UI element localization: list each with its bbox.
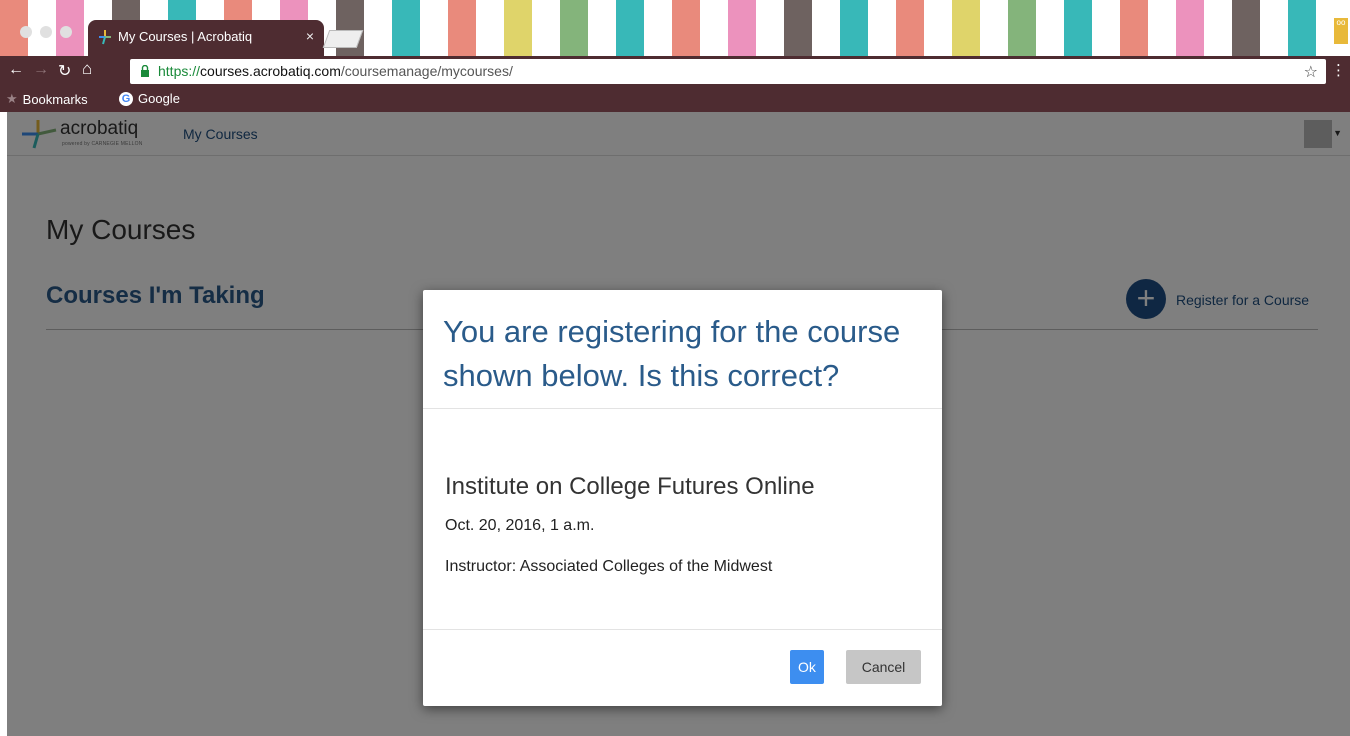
cancel-button[interactable]: Cancel xyxy=(846,650,921,684)
dialog-divider-top xyxy=(423,408,942,409)
acrobatiq-favicon-icon xyxy=(99,30,111,45)
register-confirm-dialog: You are registering for the course shown… xyxy=(423,290,942,706)
tab-title: My Courses | Acrobatiq xyxy=(118,29,253,44)
star-icon: ★ xyxy=(6,91,18,106)
url-host: courses.acrobatiq.com xyxy=(200,63,341,79)
google-icon: G xyxy=(119,91,133,106)
home-icon[interactable]: ⌂ xyxy=(82,59,92,79)
reload-icon[interactable]: ↻ xyxy=(58,61,71,81)
incognito-icon[interactable]: oo xyxy=(1334,18,1348,44)
page-left-edge xyxy=(0,112,7,736)
bookmarks-folder[interactable]: ★ Bookmarks xyxy=(6,91,88,107)
course-instructor: Instructor: Associated Colleges of the M… xyxy=(445,558,773,575)
ok-button[interactable]: Ok xyxy=(790,650,824,684)
window-minimize-dot[interactable] xyxy=(40,26,52,38)
address-bar[interactable]: https://courses.acrobatiq.com/coursemana… xyxy=(130,59,1326,84)
bookmarks-label: Bookmarks xyxy=(22,91,88,107)
lock-icon xyxy=(141,65,149,77)
bookmarks-bar: ★ Bookmarks G Google xyxy=(0,87,1350,112)
url-path: /coursemanage/mycourses/ xyxy=(340,63,513,79)
window-close-dot[interactable] xyxy=(20,26,32,38)
bookmark-google[interactable]: G Google xyxy=(119,91,180,106)
dialog-divider-bottom xyxy=(423,629,942,630)
browser-tab[interactable]: My Courses | Acrobatiq × xyxy=(88,20,324,56)
browser-titlebar: My Courses | Acrobatiq × oo xyxy=(0,0,1350,56)
url-scheme: https:// xyxy=(158,63,201,79)
menu-kebab-icon[interactable]: ⋮ xyxy=(1331,61,1346,79)
forward-arrow-icon[interactable]: → xyxy=(33,61,49,79)
bookmark-google-label: Google xyxy=(138,91,180,106)
course-name: Institute on College Futures Online xyxy=(445,473,815,500)
course-date: Oct. 20, 2016, 1 a.m. xyxy=(445,517,595,534)
new-tab-button[interactable] xyxy=(322,30,364,48)
browser-toolbar: ← → ↻ ⌂ https://courses.acrobatiq.com/co… xyxy=(0,56,1350,87)
back-arrow-icon[interactable]: ← xyxy=(8,61,24,79)
tab-close-icon[interactable]: × xyxy=(306,28,314,44)
window-zoom-dot[interactable] xyxy=(60,26,72,38)
bookmark-star-icon[interactable]: ☆ xyxy=(1304,62,1318,82)
dialog-title: You are registering for the course shown… xyxy=(443,314,901,393)
